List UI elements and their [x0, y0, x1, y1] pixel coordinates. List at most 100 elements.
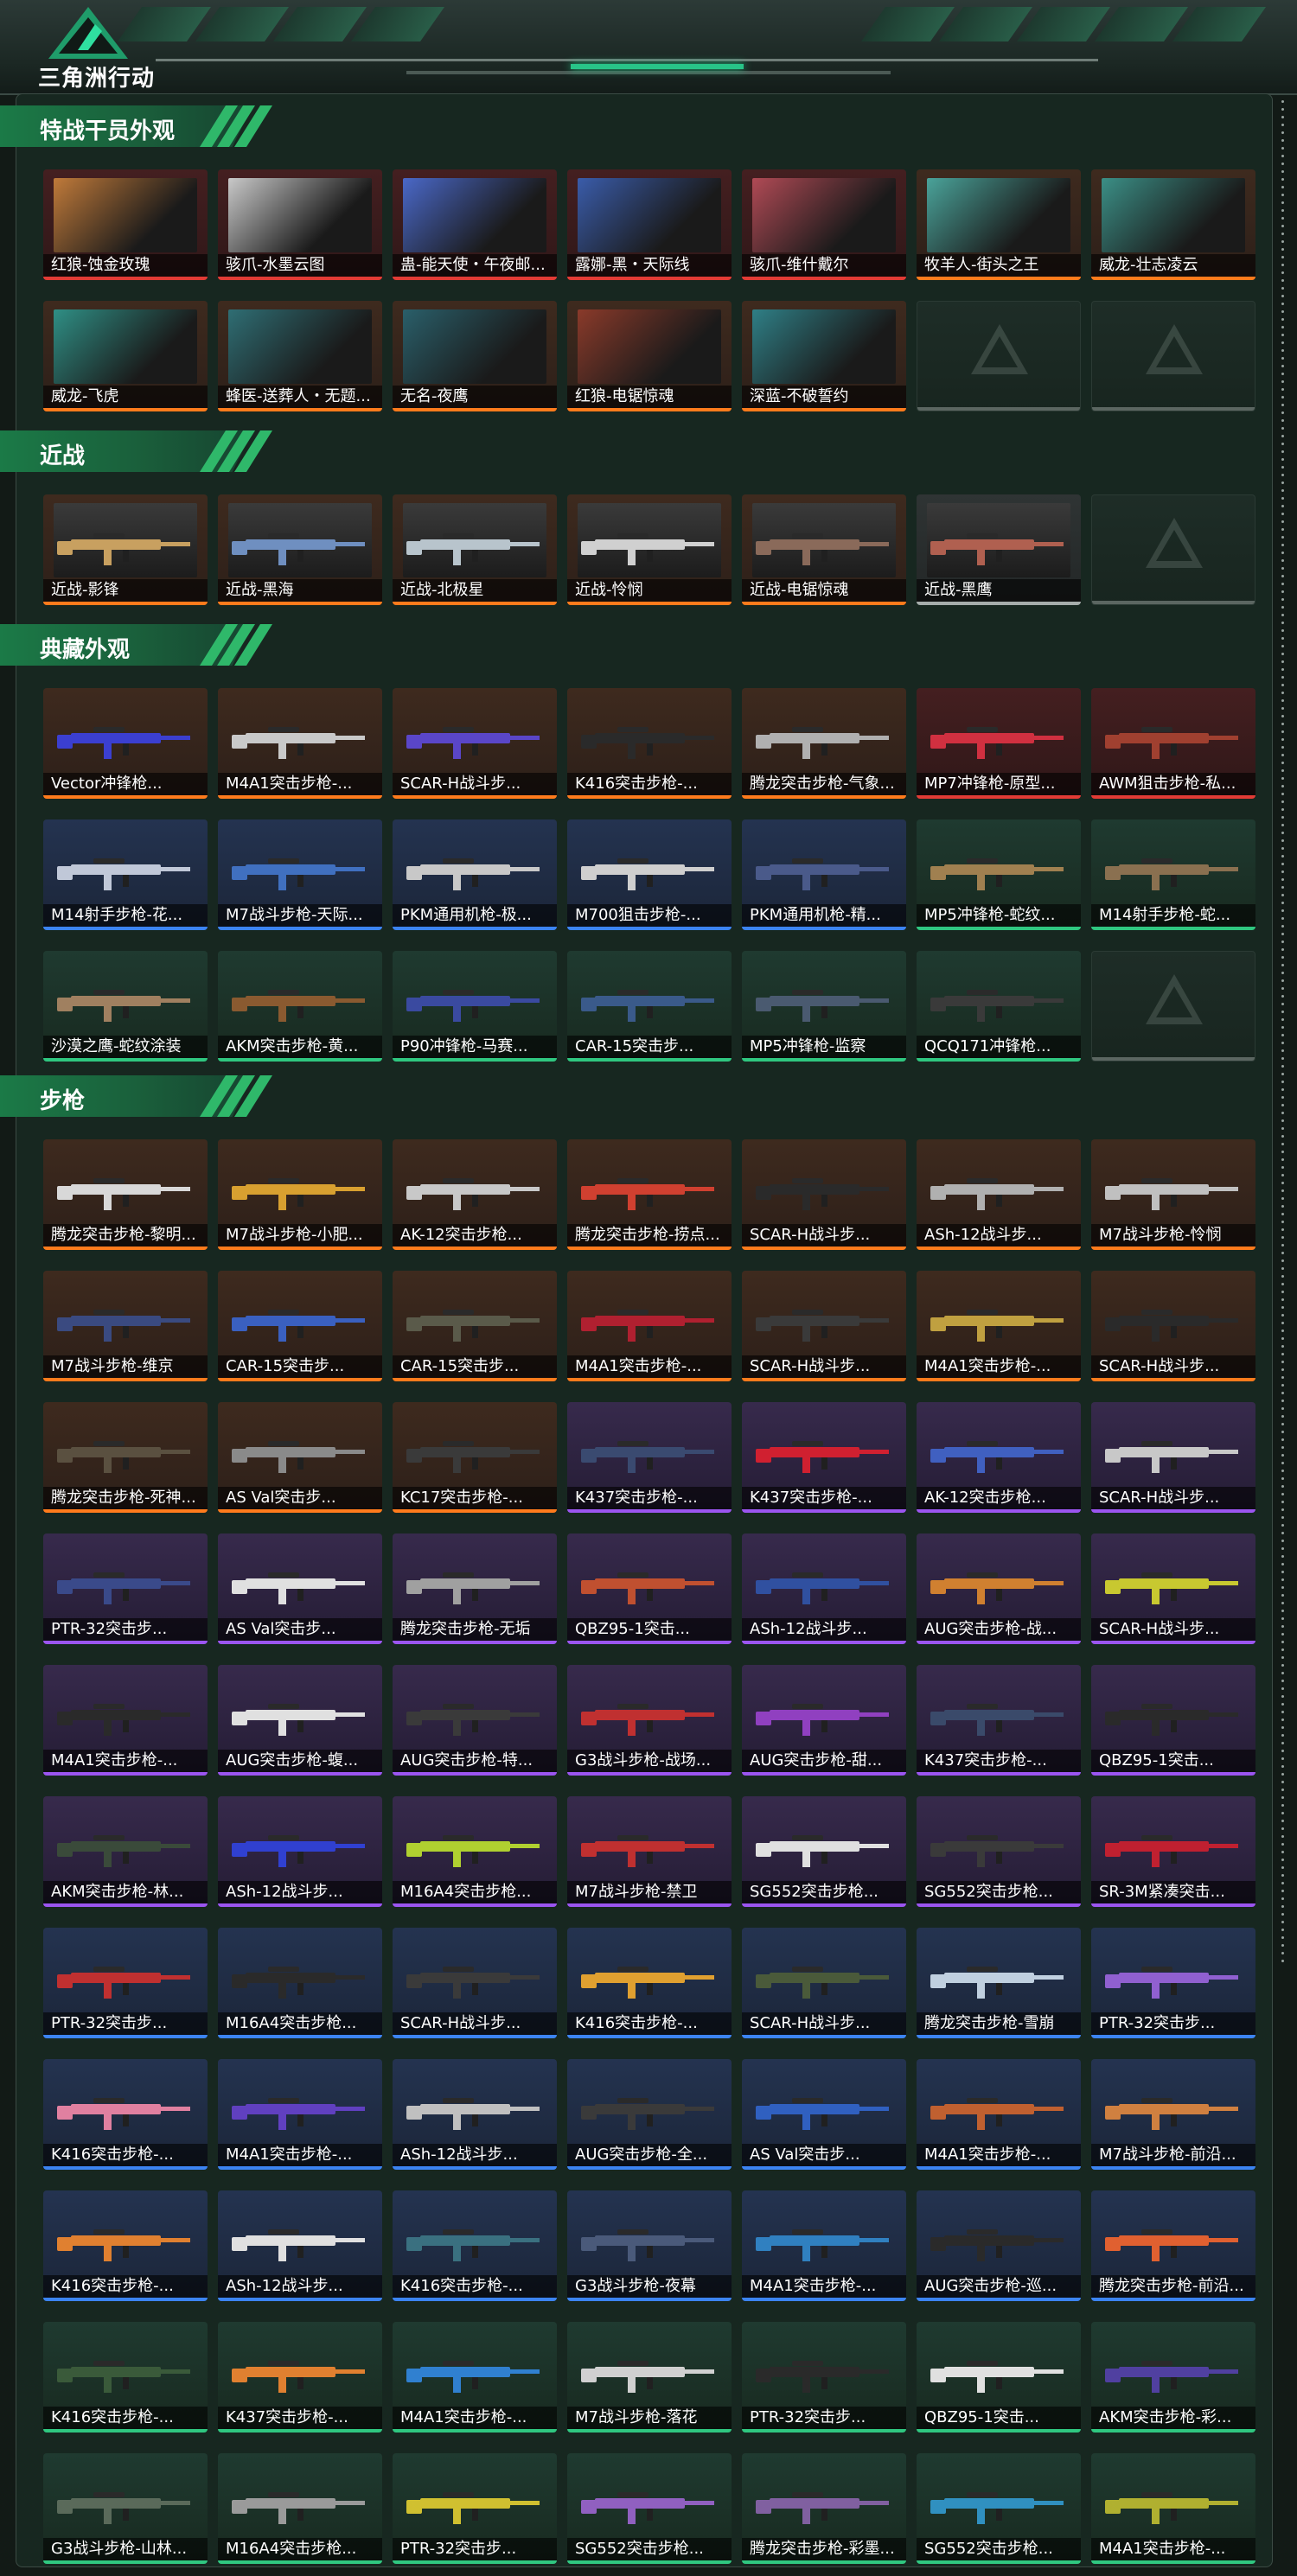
item-card[interactable]: K437突击步枪-... — [917, 1665, 1081, 1776]
item-card[interactable]: M4A1突击步枪-... — [43, 1665, 208, 1776]
item-card[interactable]: SCAR-H战斗步... — [742, 1928, 906, 2038]
item-card[interactable]: M14射手步枪-花... — [43, 819, 208, 930]
item-card[interactable]: AK-12突击步枪... — [393, 1139, 557, 1250]
item-card[interactable]: 腾龙突击步枪-黎明... — [43, 1139, 208, 1250]
item-card[interactable]: M7战斗步枪-小肥... — [218, 1139, 382, 1250]
item-card[interactable]: 腾龙突击步枪-捞点... — [567, 1139, 732, 1250]
item-card[interactable]: AUG突击步枪-战... — [917, 1533, 1081, 1644]
item-card[interactable]: MP5冲锋枪-监察 — [742, 951, 906, 1062]
item-card[interactable]: M7战斗步枪-落花 — [567, 2322, 732, 2433]
item-card[interactable]: AUG突击步枪-全... — [567, 2059, 732, 2170]
item-card[interactable]: M7战斗步枪-怜悯 — [1091, 1139, 1255, 1250]
item-card[interactable]: 腾龙突击步枪-前沿... — [1091, 2190, 1255, 2301]
item-card[interactable]: K437突击步枪-... — [218, 2322, 382, 2433]
item-card[interactable]: CAR-15突击步... — [393, 1271, 557, 1381]
item-card[interactable]: SCAR-H战斗步... — [1091, 1402, 1255, 1513]
item-card[interactable]: SG552突击步枪... — [742, 1796, 906, 1907]
item-card[interactable]: AS Val突击步... — [742, 2059, 906, 2170]
item-card[interactable]: SCAR-H战斗步... — [742, 1139, 906, 1250]
item-card[interactable]: PTR-32突击步... — [43, 1533, 208, 1644]
item-card[interactable]: SCAR-H战斗步... — [1091, 1271, 1255, 1381]
item-card[interactable]: SG552突击步枪... — [917, 2453, 1081, 2564]
item-card[interactable]: SR-3M紧凑突击... — [1091, 1796, 1255, 1907]
item-card[interactable]: M4A1突击步枪-... — [393, 2322, 557, 2433]
item-card[interactable]: K437突击步枪-... — [742, 1402, 906, 1513]
item-card[interactable]: G3战斗步枪-战场... — [567, 1665, 732, 1776]
item-card[interactable]: 蛊-能天使・午夜邮... — [393, 169, 557, 280]
item-card[interactable]: SCAR-H战斗步... — [742, 1271, 906, 1381]
item-card[interactable]: M14射手步枪-蛇... — [1091, 819, 1255, 930]
item-card[interactable]: M4A1突击步枪-... — [567, 1271, 732, 1381]
item-card[interactable]: 威龙-飞虎 — [43, 301, 208, 411]
item-card[interactable]: 近战-黑鹰 — [917, 494, 1081, 605]
item-card[interactable]: 沙漠之鹰-蛇纹涂装 — [43, 951, 208, 1062]
item-card[interactable]: SG552突击步枪... — [567, 2453, 732, 2564]
item-card[interactable]: 威龙-壮志凌云 — [1091, 169, 1255, 280]
item-card[interactable]: 蜂医-送葬人・无题... — [218, 301, 382, 411]
item-card[interactable]: 腾龙突击步枪-彩墨... — [742, 2453, 906, 2564]
item-card[interactable]: M4A1突击步枪-... — [1091, 2453, 1255, 2564]
item-card[interactable]: PKM通用机枪-精... — [742, 819, 906, 930]
item-card[interactable]: P90冲锋枪-马赛... — [393, 951, 557, 1062]
item-card[interactable]: MP7冲锋枪-原型... — [917, 688, 1081, 799]
item-card[interactable]: 腾龙突击步枪-无垢 — [393, 1533, 557, 1644]
item-card[interactable]: 近战-北极星 — [393, 494, 557, 605]
item-card[interactable]: ASh-12战斗步... — [218, 1796, 382, 1907]
item-card[interactable]: 骇爪-维什戴尔 — [742, 169, 906, 280]
item-card[interactable]: AS Val突击步... — [218, 1533, 382, 1644]
item-card[interactable]: SCAR-H战斗步... — [1091, 1533, 1255, 1644]
item-card[interactable]: 近战-影锋 — [43, 494, 208, 605]
item-card[interactable]: QBZ95-1突击... — [567, 1533, 732, 1644]
item-card[interactable]: 红狼-电锯惊魂 — [567, 301, 732, 411]
item-card[interactable]: 红狼-蚀金玫瑰 — [43, 169, 208, 280]
item-card[interactable]: M4A1突击步枪-... — [917, 1271, 1081, 1381]
item-card[interactable]: QCQ171冲锋枪... — [917, 951, 1081, 1062]
item-card[interactable]: K416突击步枪-... — [567, 688, 732, 799]
item-card[interactable]: M4A1突击步枪-... — [218, 2059, 382, 2170]
item-card[interactable]: PTR-32突击步... — [393, 2453, 557, 2564]
item-card[interactable]: SG552突击步枪... — [917, 1796, 1081, 1907]
item-card[interactable]: 近战-怜悯 — [567, 494, 732, 605]
item-card[interactable]: AUG突击步枪-甜... — [742, 1665, 906, 1776]
item-card[interactable]: AUG突击步枪-特... — [393, 1665, 557, 1776]
item-card[interactable]: CAR-15突击步... — [567, 951, 732, 1062]
item-card[interactable]: M4A1突击步枪-... — [917, 2059, 1081, 2170]
item-card[interactable]: AWM狙击步枪-私... — [1091, 688, 1255, 799]
item-card[interactable]: AUG突击步枪-蝮... — [218, 1665, 382, 1776]
item-card[interactable]: K437突击步枪-... — [567, 1402, 732, 1513]
item-card[interactable]: M4A1突击步枪-... — [218, 688, 382, 799]
item-card[interactable]: M4A1突击步枪-... — [742, 2190, 906, 2301]
item-card[interactable]: ASh-12战斗步... — [742, 1533, 906, 1644]
item-card[interactable]: M16A4突击步枪... — [218, 2453, 382, 2564]
item-card[interactable]: 无名-夜鹰 — [393, 301, 557, 411]
item-card[interactable]: K416突击步枪-... — [43, 2190, 208, 2301]
item-card[interactable]: ASh-12战斗步... — [218, 2190, 382, 2301]
item-card[interactable]: PKM通用机枪-极... — [393, 819, 557, 930]
item-card[interactable]: M700狙击步枪-... — [567, 819, 732, 930]
item-card[interactable]: AKM突击步枪-彩... — [1091, 2322, 1255, 2433]
item-card[interactable]: KC17突击步枪-... — [393, 1402, 557, 1513]
item-card[interactable]: 骇爪-水墨云图 — [218, 169, 382, 280]
item-card[interactable]: 露娜-黑・天际线 — [567, 169, 732, 280]
item-card[interactable]: QBZ95-1突击... — [1091, 1665, 1255, 1776]
item-card[interactable]: M7战斗步枪-天际... — [218, 819, 382, 930]
item-card[interactable]: 腾龙突击步枪-雪崩 — [917, 1928, 1081, 2038]
item-card[interactable]: 腾龙突击步枪-死神... — [43, 1402, 208, 1513]
item-card[interactable]: PTR-32突击步... — [742, 2322, 906, 2433]
item-card[interactable]: ASh-12战斗步... — [393, 2059, 557, 2170]
item-card[interactable]: AK-12突击步枪... — [917, 1402, 1081, 1513]
item-card[interactable]: K416突击步枪-... — [567, 1928, 732, 2038]
item-card[interactable]: 腾龙突击步枪-气象... — [742, 688, 906, 799]
item-card[interactable]: M7战斗步枪-禁卫 — [567, 1796, 732, 1907]
item-card[interactable]: M16A4突击步枪... — [393, 1796, 557, 1907]
item-card[interactable]: AKM突击步枪-林... — [43, 1796, 208, 1907]
item-card[interactable]: M7战斗步枪-维京 — [43, 1271, 208, 1381]
item-card[interactable]: 深蓝-不破誓约 — [742, 301, 906, 411]
item-card[interactable]: SCAR-H战斗步... — [393, 1928, 557, 2038]
item-card[interactable]: 近战-黑海 — [218, 494, 382, 605]
item-card[interactable]: 牧羊人-街头之王 — [917, 169, 1081, 280]
item-card[interactable]: G3战斗步枪-山林... — [43, 2453, 208, 2564]
scrollbar[interactable] — [1281, 95, 1285, 2567]
item-card[interactable]: K416突击步枪-... — [393, 2190, 557, 2301]
item-card[interactable]: PTR-32突击步... — [1091, 1928, 1255, 2038]
